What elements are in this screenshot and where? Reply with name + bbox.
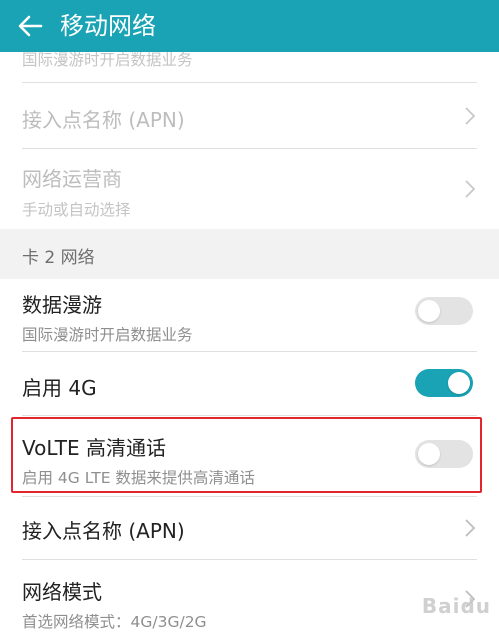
settings-item-data-roaming[interactable]: 数据漫游 国际漫游时开启数据业务 [0,279,499,351]
item-label: 网络运营商 [22,167,122,191]
highlight-box [11,417,482,493]
chevron-right-icon [465,519,475,537]
settings-item-operator-sim1[interactable]: 网络运营商 手动或自动选择 [0,149,499,229]
item-label: 启用 4G [22,376,97,400]
back-button[interactable] [0,0,60,52]
section-header-sim2: 卡 2 网络 [0,229,499,279]
app-bar: 移动网络 [0,0,499,52]
settings-item-enable-4g[interactable]: 启用 4G [0,352,499,415]
settings-item-apn-sim1[interactable]: 接入点名称 (APN) [0,83,499,148]
back-arrow-icon [18,15,43,37]
watermark: Baidu [421,594,491,618]
toggle-knob [418,300,440,322]
item-label: 接入点名称 (APN) [22,519,185,543]
item-label: 数据漫游 [22,293,102,317]
item-label: 接入点名称 (APN) [22,108,185,132]
item-secondary: 国际漫游时开启数据业务 [22,51,193,69]
item-secondary: 手动或自动选择 [22,201,131,219]
item-label: 网络模式 [22,580,102,604]
page-title: 移动网络 [60,12,156,40]
section-label: 卡 2 网络 [22,248,95,268]
enable-4g-toggle[interactable] [415,369,473,397]
chevron-right-icon [465,180,475,198]
toggle-knob [448,372,470,394]
data-roaming-toggle[interactable] [415,297,473,325]
chevron-right-icon [465,107,475,125]
settings-item-apn-sim2[interactable]: 接入点名称 (APN) [0,497,499,559]
item-secondary: 首选网络模式：4G/3G/2G [22,613,207,631]
settings-item-roaming-sim1-partial: 国际漫游时开启数据业务 [0,51,499,82]
item-secondary: 国际漫游时开启数据业务 [22,326,193,344]
